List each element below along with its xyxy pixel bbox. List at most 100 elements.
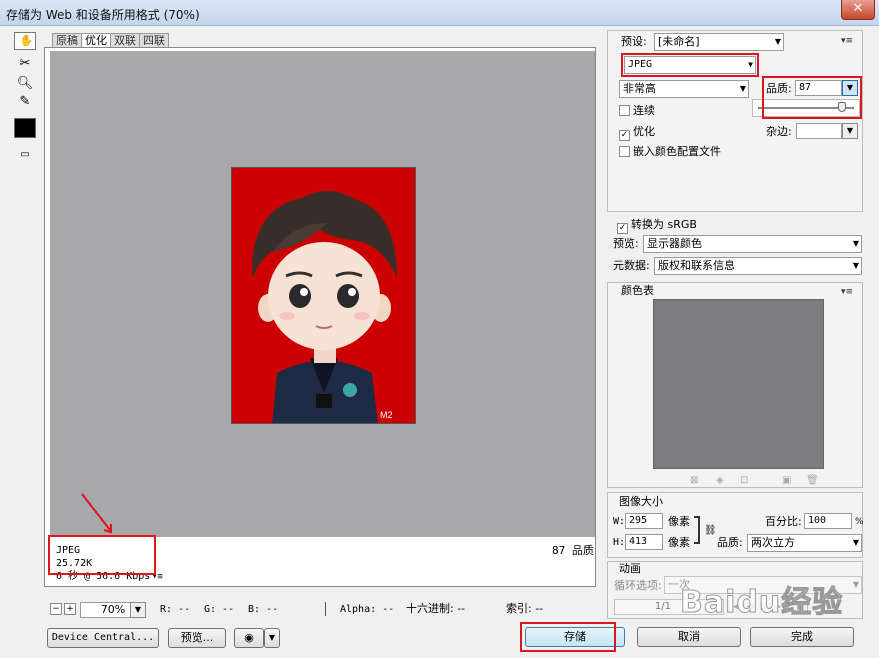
resample-quality-select[interactable]: 两次立方 ▼ [747, 534, 862, 552]
width-unit: 像素 [668, 515, 690, 528]
matte-chevron-down-icon[interactable]: ▼ [842, 123, 858, 139]
cancel-button[interactable]: 取消 [637, 627, 741, 647]
image-size-title: 图像大小 [619, 495, 663, 508]
web-snap-icon[interactable]: ◈ [716, 474, 724, 488]
preview-image[interactable]: M2 [231, 167, 416, 424]
metadata-select[interactable]: 版权和联系信息 ▼ [654, 257, 862, 275]
progressive-checkbox[interactable]: 连续 [619, 104, 655, 117]
preview-label: 预览: [613, 237, 639, 250]
matte-color-swatch[interactable] [796, 123, 842, 139]
color-table-grid[interactable] [653, 299, 824, 469]
optimized-info-area: JPEG 25.72K 6 秒 @ 56.6 Kbps ▾≡ 87 品质 [50, 538, 595, 586]
width-label: W: [613, 516, 626, 527]
optimized-checkbox[interactable]: ✓ 优化 [619, 125, 655, 141]
metadata-label: 元数据: [613, 259, 650, 272]
preview-button[interactable]: 预览... [168, 628, 226, 648]
status-divider [325, 602, 326, 616]
chevron-down-icon: ▼ [852, 261, 859, 270]
browser-icon[interactable]: ◉ [234, 628, 264, 648]
height-unit: 像素 [668, 536, 690, 549]
chevron-down-icon: ▼ [852, 580, 859, 589]
metadata-value: 版权和联系信息 [658, 259, 735, 272]
quality-input[interactable]: 87 [795, 80, 842, 96]
resample-quality-value: 两次立方 [751, 536, 795, 549]
preset-value: [未命名] [658, 35, 700, 48]
device-central-button[interactable]: Device Central... [47, 628, 159, 648]
chevron-down-icon: ▼ [739, 84, 746, 93]
done-button[interactable]: 完成 [750, 627, 854, 647]
trash-icon[interactable]: 🗑︎ [806, 474, 819, 488]
preset-label: 预设: [621, 35, 647, 48]
height-input[interactable]: 413 [625, 534, 663, 550]
percent-unit: % [855, 517, 864, 527]
format-value: JPEG [628, 59, 653, 70]
quality-dropdown-chevron-icon[interactable]: ▼ [842, 80, 858, 96]
lock-color-icon[interactable]: ⊡ [740, 474, 748, 488]
hand-tool-icon[interactable]: ✋ [14, 32, 36, 50]
panel-menu-icon[interactable]: ▾≡ [841, 36, 853, 46]
color-table-menu-icon[interactable]: ▾≡ [841, 287, 853, 297]
red-arrow-annotation [81, 493, 112, 534]
preview-value: 显示器颜色 [647, 237, 702, 250]
zoom-tool-icon[interactable]: 🔍︎ [14, 74, 36, 94]
chevron-down-icon: ▼ [852, 538, 859, 547]
info-format: JPEG [56, 545, 81, 556]
chain-link-icon[interactable]: ⛓ [704, 524, 717, 538]
status-r: R: -- [160, 604, 191, 615]
info-file-size: 25.72K [56, 558, 93, 569]
save-button[interactable]: 存储 [525, 627, 625, 647]
browser-dropdown-chevron-icon[interactable]: ▼ [264, 628, 280, 648]
resample-quality-label: 品质: [717, 536, 743, 549]
slice-select-tool-icon[interactable]: ✂ [14, 54, 36, 74]
quality-label: 品质: [766, 82, 792, 95]
close-button[interactable]: ✕ [841, 0, 875, 20]
animation-title: 动画 [619, 562, 641, 575]
chevron-down-icon[interactable]: ▼ [130, 602, 146, 618]
status-index: 索引: -- [506, 602, 544, 615]
quality-level-select[interactable]: 非常高 ▼ [619, 80, 749, 98]
speed-menu-icon[interactable]: ▾≡ [152, 570, 163, 584]
map-color-icon[interactable]: ⊠ [690, 474, 698, 488]
tab-original[interactable]: 原稿 [52, 33, 82, 47]
status-alpha: Alpha: -- [340, 604, 395, 615]
tab-2up[interactable]: 双联 [110, 33, 140, 47]
close-icon: ✕ [852, 1, 864, 16]
percent-input[interactable]: 100 [804, 513, 852, 529]
zoom-in-button[interactable]: + [64, 603, 76, 615]
color-table-title: 颜色表 [621, 284, 654, 297]
embed-profile-checkbox[interactable]: 嵌入颜色配置文件 [619, 145, 721, 158]
percent-label: 百分比: [765, 515, 802, 528]
constrain-bracket [694, 516, 700, 544]
zoom-out-button[interactable]: − [50, 603, 62, 615]
width-input[interactable]: 295 [625, 513, 663, 529]
chevron-down-icon: ▼ [774, 37, 781, 46]
baidu-watermark: Baidu经验 [679, 585, 844, 621]
status-hex: 十六进制: -- [406, 602, 466, 615]
convert-srgb-checkbox[interactable]: ✓ 转换为 sRGB [617, 218, 697, 234]
zoom-value: 70% [100, 603, 126, 616]
tab-optimized[interactable]: 优化 [81, 33, 111, 47]
matte-label: 杂边: [766, 125, 792, 138]
quality-slider-thumb[interactable] [837, 102, 846, 112]
info-download-speed: 6 秒 @ 56.6 Kbps [56, 571, 151, 582]
format-select[interactable]: JPEG ▼ [624, 56, 756, 74]
quality-level-value: 非常高 [623, 82, 656, 95]
check-icon: ✓ [619, 130, 630, 141]
preview-select[interactable]: 显示器颜色 ▼ [643, 235, 862, 253]
preset-select[interactable]: [未命名] ▼ [654, 33, 784, 51]
status-b: B: -- [248, 604, 279, 615]
new-color-icon[interactable]: ▣ [782, 474, 791, 488]
status-g: G: -- [204, 604, 235, 615]
photo-corner-mark: M2 [380, 410, 393, 420]
toolbox: ✋ ✂ 🔍︎ ✎ ▭ [12, 32, 40, 167]
eyedropper-color-swatch[interactable] [14, 118, 36, 138]
eyedropper-tool-icon[interactable]: ✎ [14, 92, 36, 112]
view-tabs: 原稿 优化 双联 四联 [52, 33, 169, 48]
tab-4up[interactable]: 四联 [139, 33, 169, 47]
window-title: 存储为 Web 和设备所用格式 (70%) [6, 8, 200, 22]
height-label: H: [613, 537, 626, 548]
portrait-illustration: M2 [232, 168, 415, 423]
check-icon: ✓ [617, 223, 628, 234]
loop-options-label: 循环选项: [614, 579, 662, 592]
toggle-slices-icon[interactable]: ▭ [14, 145, 36, 165]
